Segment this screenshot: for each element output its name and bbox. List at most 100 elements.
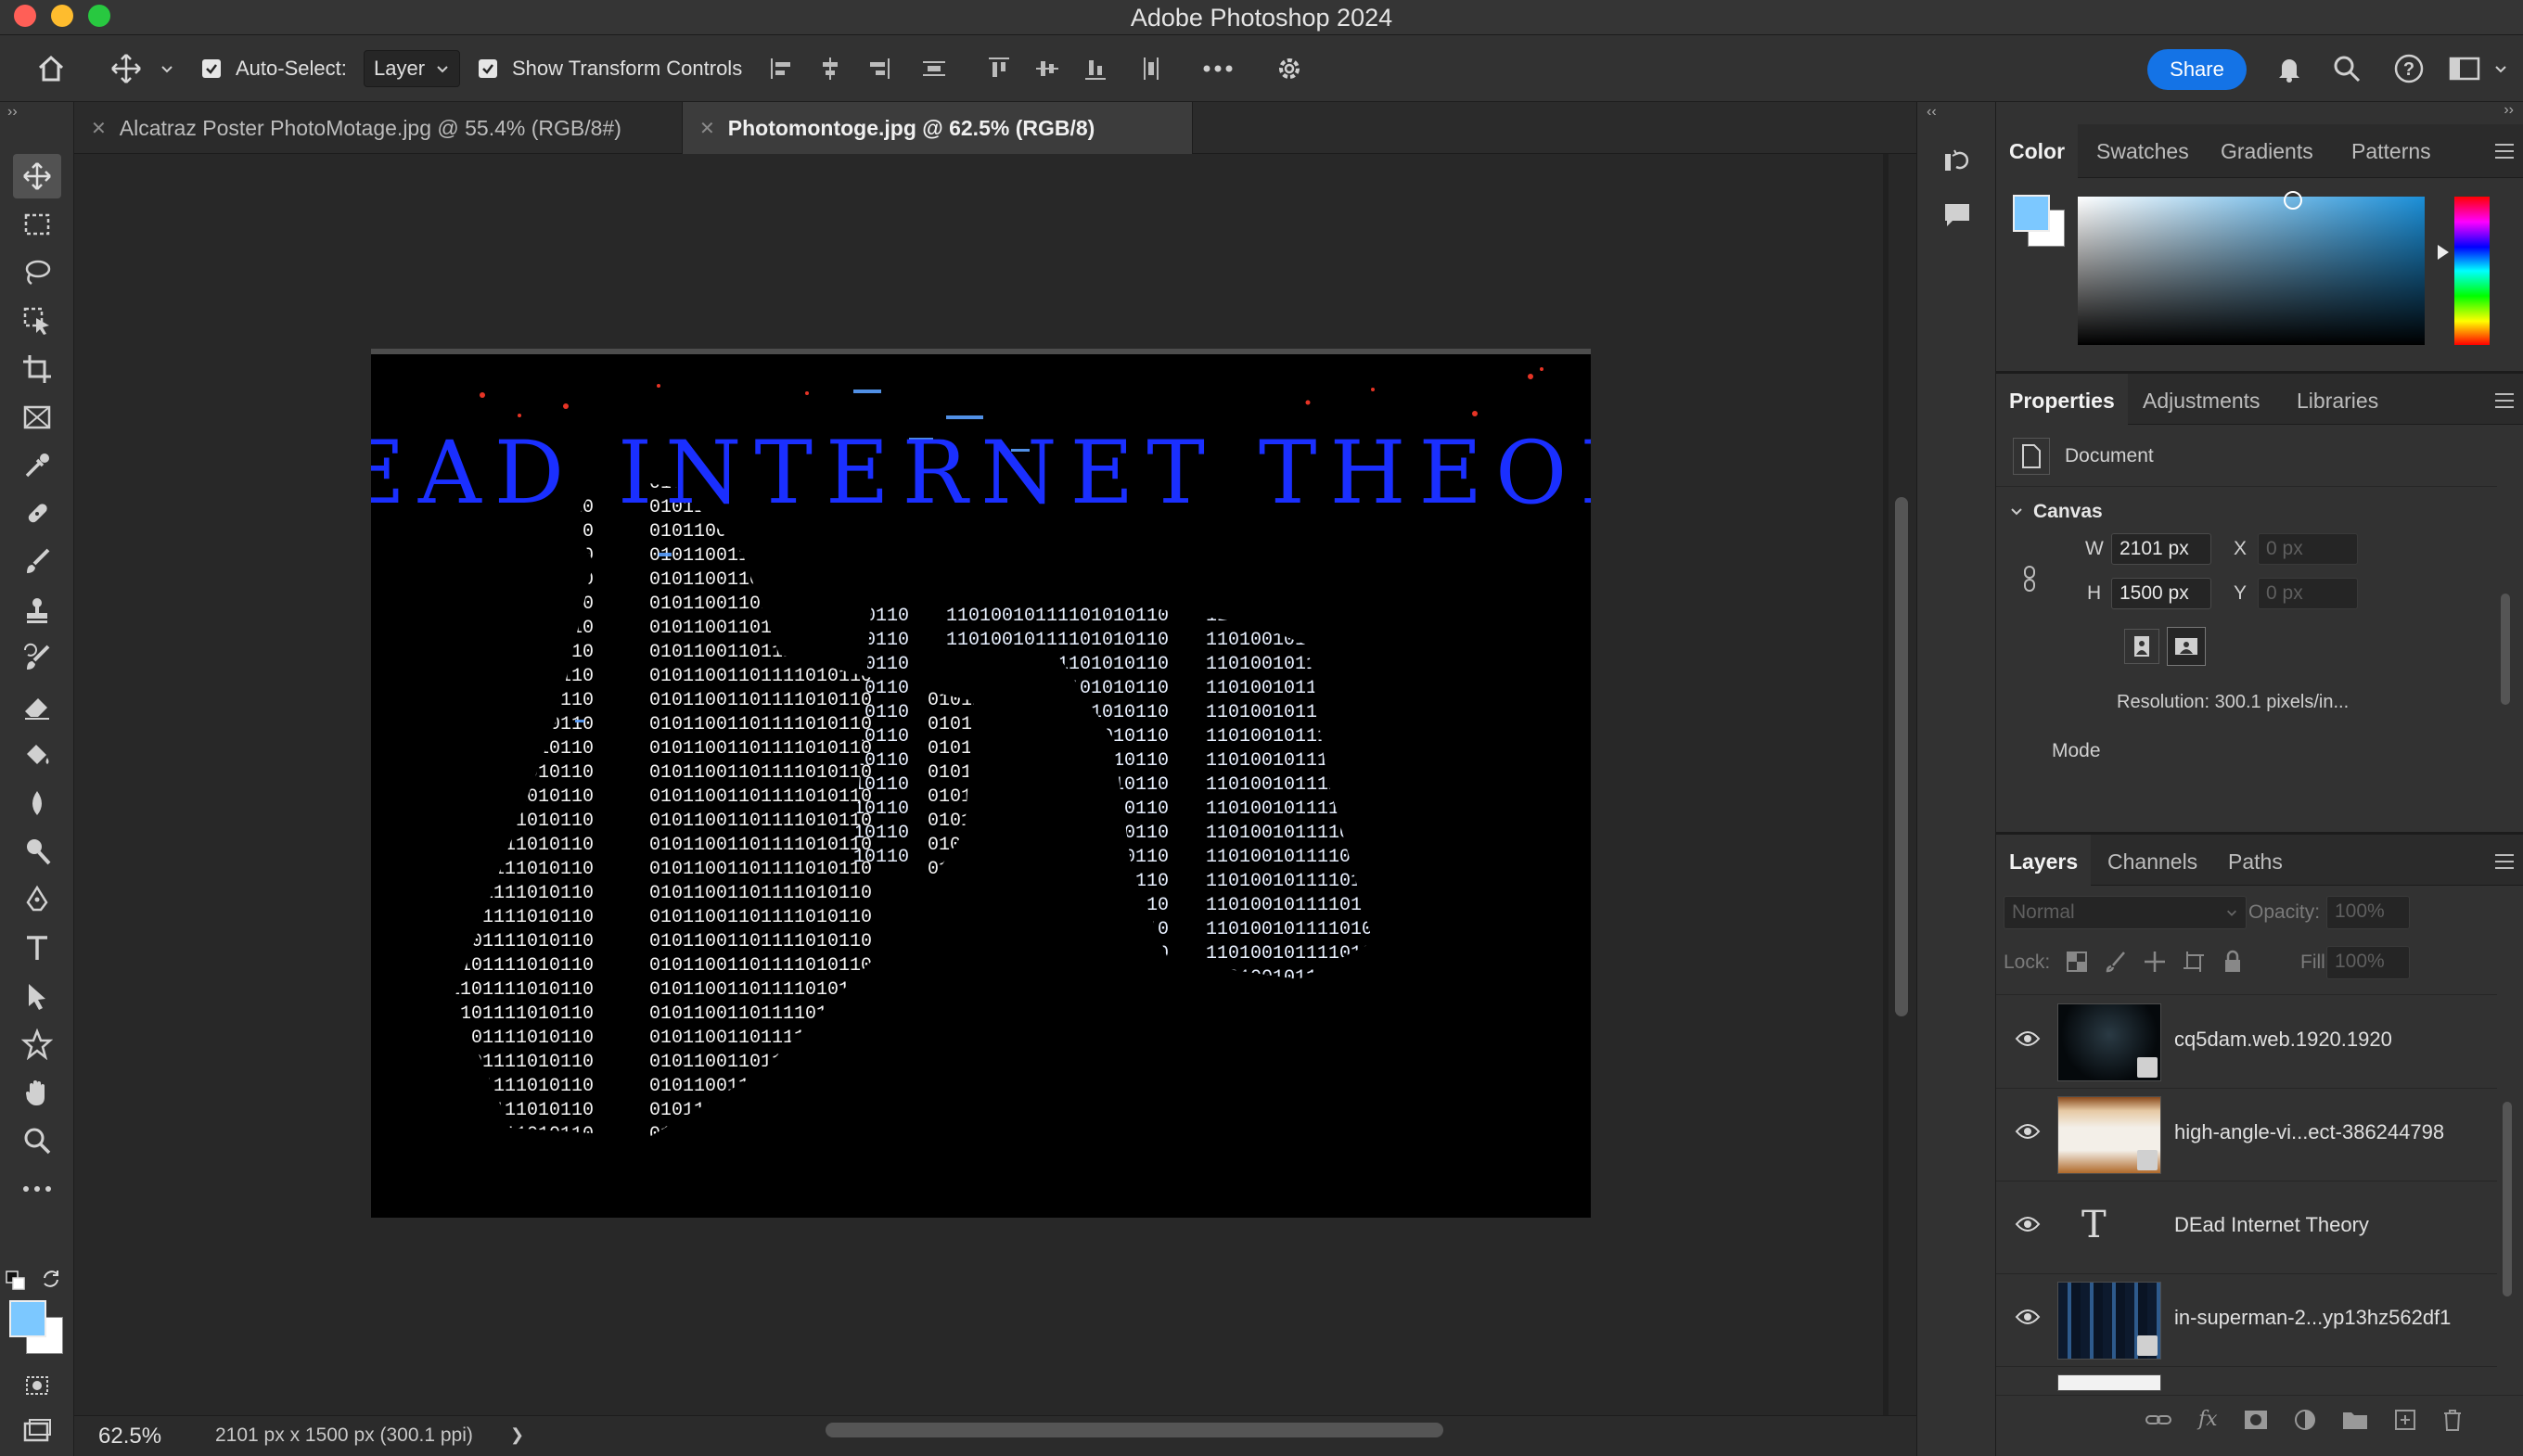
eye-icon[interactable]	[2015, 1215, 2041, 1233]
document-info[interactable]: 2101 px x 1500 px (300.1 ppi)	[215, 1424, 473, 1447]
eye-icon[interactable]	[2015, 1308, 2041, 1326]
help-icon[interactable]: ?	[2393, 35, 2425, 102]
quick-mask-icon[interactable]	[13, 1363, 61, 1408]
auto-select-dropdown[interactable]: Layer	[364, 50, 460, 87]
properties-scroll-thumb[interactable]	[2501, 594, 2510, 705]
hand-tool-icon[interactable]	[13, 1070, 61, 1115]
comments-panel-icon[interactable]	[1941, 200, 1973, 232]
healing-brush-tool-icon[interactable]	[13, 492, 61, 536]
layer-row[interactable]: T DEad Internet Theory	[1996, 1181, 2497, 1274]
layers-scroll-thumb[interactable]	[2503, 1102, 2512, 1296]
workspace-chevron-icon[interactable]	[2493, 35, 2508, 102]
dodge-tool-icon[interactable]	[13, 829, 61, 874]
align-left-icon[interactable]	[768, 35, 796, 102]
layer-thumbnail-partial[interactable]	[2057, 1374, 2161, 1391]
color-picker-handle[interactable]	[2284, 191, 2302, 210]
edit-toolbar-icon[interactable]	[13, 1167, 61, 1211]
vertical-scroll-thumb[interactable]	[1895, 497, 1908, 1016]
home-icon[interactable]	[35, 35, 67, 102]
add-mask-icon[interactable]	[2244, 1410, 2268, 1430]
blend-mode-dropdown[interactable]: Normal	[2004, 896, 2247, 929]
close-tab-icon[interactable]: ✕	[699, 117, 715, 140]
auto-select-checkbox[interactable]	[202, 59, 221, 78]
status-menu-chevron-icon[interactable]: ❯	[510, 1425, 524, 1445]
tab-adjustments[interactable]: Adjustments	[2130, 374, 2273, 428]
brush-tool-icon[interactable]	[13, 540, 61, 584]
tab-channels[interactable]: Channels	[2094, 835, 2210, 888]
layer-row[interactable]: cq5dam.web.1920.1920	[1996, 996, 2497, 1089]
eraser-tool-icon[interactable]	[13, 684, 61, 729]
foreground-color-swatch[interactable]	[9, 1300, 46, 1337]
lock-all-icon[interactable]	[2221, 950, 2245, 974]
layer-name[interactable]: in-superman-2...yp13hz562df1	[2174, 1306, 2451, 1330]
fill-field[interactable]: 100%	[2326, 946, 2410, 979]
layer-name[interactable]: high-angle-vi...ect-386244798	[2174, 1120, 2444, 1144]
tab-paths[interactable]: Paths	[2215, 835, 2296, 888]
eye-icon[interactable]	[2015, 1122, 2041, 1141]
show-transform-checkbox[interactable]	[479, 59, 497, 78]
align-bottom-icon[interactable]	[1082, 35, 1109, 102]
fx-icon[interactable]: fx	[2198, 1408, 2218, 1431]
doc-tab-alcatraz[interactable]: ✕ Alcatraz Poster PhotoMotage.jpg @ 55.4…	[74, 102, 683, 154]
document-canvas[interactable]: 01011001101111010110 1101001011110101011…	[371, 349, 1591, 1218]
new-layer-icon[interactable]	[2394, 1409, 2416, 1431]
canvas-workspace[interactable]: 01011001101111010110 1101001011110101011…	[74, 154, 1883, 1415]
tab-gradients[interactable]: Gradients	[2208, 124, 2326, 178]
panel-menu-icon[interactable]	[2493, 851, 2516, 872]
blur-tool-icon[interactable]	[13, 781, 61, 825]
fg-color-chip[interactable]	[2013, 195, 2050, 232]
move-tool-icon[interactable]	[109, 35, 143, 102]
hue-slider[interactable]	[2454, 197, 2490, 345]
link-layers-icon[interactable]	[2145, 1411, 2172, 1429]
adjustment-layer-icon[interactable]	[2294, 1409, 2316, 1431]
history-brush-tool-icon[interactable]	[13, 636, 61, 681]
width-field[interactable]: 2101 px	[2111, 533, 2211, 565]
pen-tool-icon[interactable]	[13, 877, 61, 922]
path-selection-tool-icon[interactable]	[13, 974, 61, 1018]
paint-bucket-tool-icon[interactable]	[13, 733, 61, 777]
tab-properties[interactable]: Properties	[1996, 374, 2128, 428]
eye-icon[interactable]	[2015, 1029, 2041, 1048]
layer-name[interactable]: cq5dam.web.1920.1920	[2174, 1028, 2392, 1052]
link-icon[interactable]	[2022, 566, 2037, 592]
close-tab-icon[interactable]: ✕	[91, 117, 107, 140]
default-colors-icon[interactable]	[6, 1271, 26, 1291]
bell-icon[interactable]	[2274, 35, 2304, 102]
shape-tool-icon[interactable]	[13, 1022, 61, 1066]
horizontal-scroll-thumb[interactable]	[826, 1423, 1443, 1437]
lock-pixels-icon[interactable]	[2104, 950, 2128, 974]
align-center-icon[interactable]	[816, 35, 844, 102]
align-middle-icon[interactable]	[1033, 35, 1061, 102]
tab-color[interactable]: Color	[1996, 124, 2079, 178]
x-field[interactable]: 0 px	[2258, 533, 2358, 565]
tab-libraries[interactable]: Libraries	[2284, 374, 2391, 428]
layer-row[interactable]: in-superman-2...yp13hz562df1	[1996, 1274, 2497, 1367]
collapse-panels-icon[interactable]: ››	[2504, 102, 2514, 119]
collapse-toolbar-icon[interactable]: ››	[7, 104, 18, 121]
panel-menu-icon[interactable]	[2493, 141, 2516, 161]
frame-tool-icon[interactable]	[13, 395, 61, 440]
new-group-icon[interactable]	[2342, 1410, 2368, 1430]
lock-artboard-icon[interactable]	[2182, 950, 2206, 974]
settings-icon[interactable]	[1274, 35, 1304, 102]
collapse-strip-icon[interactable]: ‹‹	[1927, 104, 1937, 121]
crop-tool-icon[interactable]	[13, 347, 61, 391]
y-field[interactable]: 0 px	[2258, 578, 2358, 609]
eyedropper-tool-icon[interactable]	[13, 443, 61, 488]
canvas-section-title[interactable]: Canvas	[2033, 501, 2103, 523]
lock-position-icon[interactable]	[2143, 950, 2167, 974]
tab-patterns[interactable]: Patterns	[2338, 124, 2444, 178]
opacity-field[interactable]: 100%	[2326, 896, 2410, 929]
type-tool-icon[interactable]	[13, 926, 61, 970]
history-panel-icon[interactable]	[1941, 145, 1973, 176]
portrait-icon[interactable]	[2124, 629, 2159, 664]
share-button[interactable]: Share	[2147, 49, 2247, 90]
lasso-tool-icon[interactable]	[13, 250, 61, 295]
screen-mode-icon[interactable]	[13, 1410, 61, 1454]
tool-preset-chevron-icon[interactable]	[160, 35, 174, 102]
clone-stamp-tool-icon[interactable]	[13, 588, 61, 632]
lock-transparent-icon[interactable]	[2065, 950, 2089, 974]
chevron-down-icon[interactable]	[2009, 504, 2024, 519]
landscape-icon[interactable]	[2167, 627, 2206, 666]
doc-tab-photomontage[interactable]: ✕ Photomontoge.jpg @ 62.5% (RGB/8)	[683, 102, 1193, 154]
